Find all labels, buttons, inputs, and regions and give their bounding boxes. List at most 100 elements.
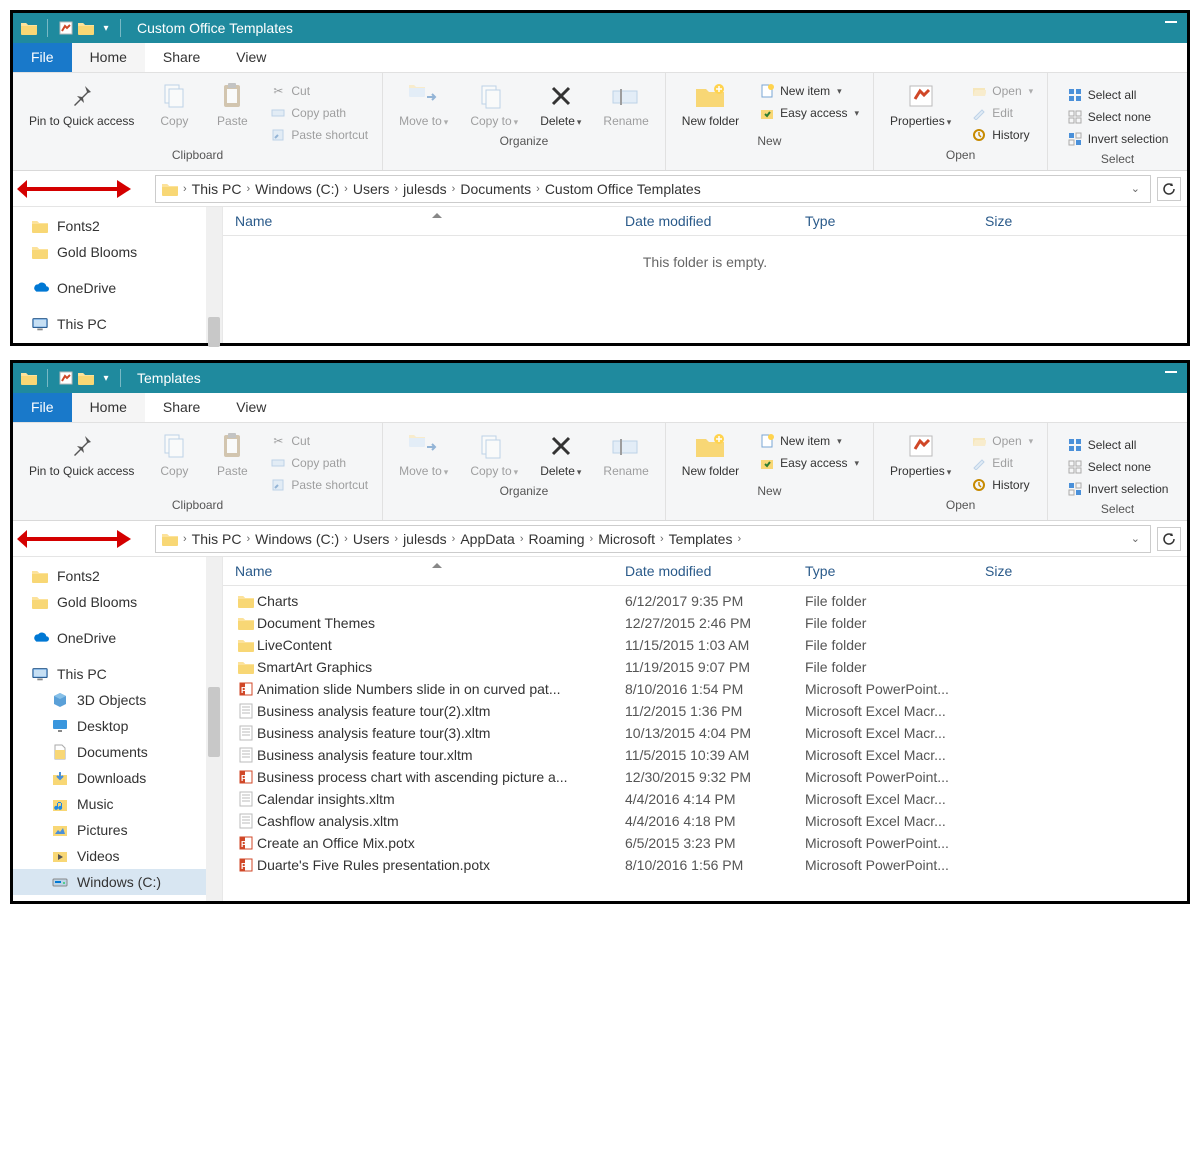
breadcrumb-item[interactable]: ›This PC — [183, 181, 241, 197]
column-type[interactable]: Type — [805, 563, 985, 579]
file-row[interactable]: P Animation slide Numbers slide in on cu… — [223, 678, 1187, 700]
folder-qat-icon[interactable] — [78, 20, 94, 36]
file-row[interactable]: Business analysis feature tour(2).xltm 1… — [223, 700, 1187, 722]
file-row[interactable]: Business analysis feature tour(3).xltm 1… — [223, 722, 1187, 744]
delete-button[interactable]: Delete▾ — [532, 77, 589, 131]
properties-button[interactable]: Properties▾ — [882, 77, 959, 131]
paste-shortcut-button[interactable]: Paste shortcut — [264, 125, 374, 145]
nav-item[interactable]: Gold Blooms — [13, 239, 222, 265]
select-none-button[interactable]: Select none — [1061, 457, 1175, 477]
chevron-down-icon[interactable]: ⌄ — [1127, 182, 1144, 195]
select-all-button[interactable]: Select all — [1061, 85, 1175, 105]
breadcrumb-item[interactable]: ›Documents — [452, 181, 531, 197]
copy-button[interactable]: Copy — [148, 427, 200, 481]
tab-home[interactable]: Home — [72, 43, 145, 72]
select-none-button[interactable]: Select none — [1061, 107, 1175, 127]
pin-to-quick-access-button[interactable]: Pin to Quick access — [21, 427, 142, 481]
chevron-down-icon[interactable]: ⌄ — [1127, 532, 1144, 545]
column-headers[interactable]: Name Date modified Type Size — [223, 207, 1187, 236]
edit-button[interactable]: Edit — [965, 453, 1039, 473]
navigation-pane[interactable]: Fonts2Gold BloomsOneDriveThis PC — [13, 207, 223, 343]
nav-item[interactable]: Desktop — [13, 713, 222, 739]
qat-dropdown-icon[interactable]: ▾ — [98, 370, 114, 386]
nav-item[interactable]: OneDrive — [13, 275, 222, 301]
history-button[interactable]: History — [965, 125, 1039, 145]
new-folder-button[interactable]: New folder — [674, 77, 747, 131]
paste-shortcut-button[interactable]: Paste shortcut — [264, 475, 374, 495]
copy-button[interactable]: Copy — [148, 77, 200, 131]
breadcrumb-item[interactable]: ›Windows (C:) — [246, 181, 339, 197]
breadcrumb-item[interactable]: ›This PC — [183, 531, 241, 547]
copy-to-button[interactable]: Copy to▾ — [462, 77, 526, 131]
properties-qat-icon[interactable] — [58, 20, 74, 36]
file-row[interactable]: Calendar insights.xltm 4/4/2016 4:14 PM … — [223, 788, 1187, 810]
new-item-button[interactable]: New item▾ — [753, 81, 865, 101]
nav-item[interactable]: This PC — [13, 661, 222, 687]
column-type[interactable]: Type — [805, 213, 985, 229]
properties-qat-icon[interactable] — [58, 370, 74, 386]
tab-view[interactable]: View — [218, 393, 284, 422]
tab-file[interactable]: File — [13, 393, 72, 422]
address-bar[interactable]: ›This PC›Windows (C:)›Users›julesds›Docu… — [155, 175, 1151, 203]
nav-item[interactable]: OneDrive — [13, 625, 222, 651]
column-date[interactable]: Date modified — [625, 213, 805, 229]
nav-item[interactable]: 3D Objects — [13, 687, 222, 713]
history-button[interactable]: History — [965, 475, 1039, 495]
select-all-button[interactable]: Select all — [1061, 435, 1175, 455]
rename-button[interactable]: Rename — [595, 77, 656, 131]
tab-home[interactable]: Home — [72, 393, 145, 422]
nav-item[interactable]: Downloads — [13, 765, 222, 791]
nav-scrollbar[interactable] — [206, 207, 222, 343]
breadcrumb-item[interactable]: ›Users — [344, 181, 389, 197]
open-button[interactable]: Open▾ — [965, 431, 1039, 451]
titlebar[interactable]: ▾ Templates — [13, 363, 1187, 393]
column-size[interactable]: Size — [985, 563, 1175, 579]
nav-item[interactable]: Videos — [13, 843, 222, 869]
breadcrumb-item[interactable]: ›Users — [344, 531, 389, 547]
nav-scrollbar[interactable] — [206, 557, 222, 901]
file-row[interactable]: SmartArt Graphics 11/19/2015 9:07 PM Fil… — [223, 656, 1187, 678]
tab-share[interactable]: Share — [145, 43, 218, 72]
file-row[interactable]: Document Themes 12/27/2015 2:46 PM File … — [223, 612, 1187, 634]
delete-button[interactable]: Delete▾ — [532, 427, 589, 481]
cut-button[interactable]: ✂Cut — [264, 431, 374, 451]
nav-item[interactable]: Gold Blooms — [13, 589, 222, 615]
cut-button[interactable]: ✂Cut — [264, 81, 374, 101]
breadcrumb-item[interactable]: ›Microsoft — [590, 531, 655, 547]
breadcrumb-item[interactable]: › — [737, 533, 741, 545]
move-to-button[interactable]: Move to▾ — [391, 427, 456, 481]
refresh-button[interactable] — [1157, 177, 1181, 201]
move-to-button[interactable]: Move to▾ — [391, 77, 456, 131]
qat-dropdown-icon[interactable]: ▾ — [98, 20, 114, 36]
breadcrumb-item[interactable]: ›AppData — [452, 531, 515, 547]
nav-item[interactable]: Fonts2 — [13, 563, 222, 589]
file-row[interactable]: P Business process chart with ascending … — [223, 766, 1187, 788]
column-date[interactable]: Date modified — [625, 563, 805, 579]
nav-item[interactable]: This PC — [13, 311, 222, 337]
minimize-button[interactable] — [1165, 371, 1177, 373]
properties-button[interactable]: Properties▾ — [882, 427, 959, 481]
copy-to-button[interactable]: Copy to▾ — [462, 427, 526, 481]
file-row[interactable]: Business analysis feature tour.xltm 11/5… — [223, 744, 1187, 766]
paste-button[interactable]: Paste — [206, 427, 258, 481]
edit-button[interactable]: Edit — [965, 103, 1039, 123]
breadcrumb-item[interactable]: ›Templates — [660, 531, 732, 547]
file-row[interactable]: Cashflow analysis.xltm 4/4/2016 4:18 PM … — [223, 810, 1187, 832]
new-folder-button[interactable]: New folder — [674, 427, 747, 481]
open-button[interactable]: Open▾ — [965, 81, 1039, 101]
file-row[interactable]: LiveContent 11/15/2015 1:03 AM File fold… — [223, 634, 1187, 656]
copy-path-button[interactable]: Copy path — [264, 453, 374, 473]
column-name[interactable]: Name — [235, 213, 272, 229]
file-row[interactable]: Charts 6/12/2017 9:35 PM File folder — [223, 590, 1187, 612]
paste-button[interactable]: Paste — [206, 77, 258, 131]
breadcrumb-item[interactable]: ›julesds — [394, 531, 446, 547]
new-item-button[interactable]: New item▾ — [753, 431, 865, 451]
titlebar[interactable]: ▾ Custom Office Templates — [13, 13, 1187, 43]
folder-qat-icon[interactable] — [78, 370, 94, 386]
file-row[interactable]: P Create an Office Mix.potx 6/5/2015 3:2… — [223, 832, 1187, 854]
copy-path-button[interactable]: Copy path — [264, 103, 374, 123]
nav-item[interactable]: Music — [13, 791, 222, 817]
rename-button[interactable]: Rename — [595, 427, 656, 481]
tab-view[interactable]: View — [218, 43, 284, 72]
tab-file[interactable]: File — [13, 43, 72, 72]
